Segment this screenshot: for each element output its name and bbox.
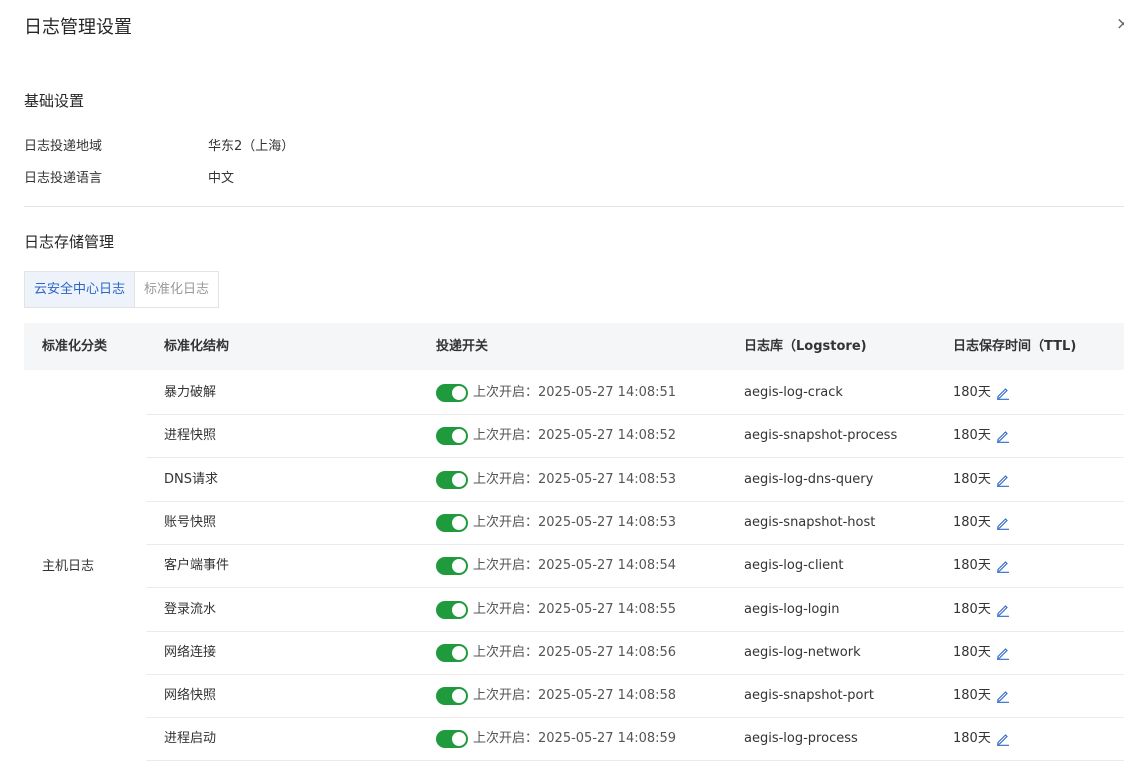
delivery-toggle[interactable]	[436, 384, 468, 402]
edit-icon[interactable]	[996, 516, 1010, 530]
region-value: 华东2（上海）	[208, 139, 295, 154]
edit-icon[interactable]	[996, 689, 1010, 703]
ttl-value: 180天	[953, 688, 991, 704]
language-label: 日志投递语言	[24, 171, 103, 186]
table-row: 进程快照 上次开启：2025-05-27 14:08:52 aegis-snapsh…	[146, 414, 1124, 459]
logstore-name: aegis-log-dns-query	[744, 471, 874, 487]
logstore-name: aegis-log-client	[744, 558, 844, 574]
logstore-name: aegis-snapshot-port	[744, 688, 874, 704]
delivery-toggle[interactable]	[436, 513, 468, 532]
tab-standardized-logs[interactable]: 标准化日志	[135, 271, 220, 308]
edit-icon[interactable]	[996, 559, 1010, 574]
structure-name: 网络快照	[164, 688, 217, 704]
header-ttl: 日志保存时间（TTL)	[953, 339, 1077, 354]
header-structure: 标准化结构	[164, 339, 230, 354]
table-row: 账号快照 上次开启：2025-05-27 14:08:53 aegis-snapsh…	[146, 501, 1124, 545]
structure-name: 登录流水	[164, 601, 217, 617]
ttl-value: 180天	[953, 385, 991, 400]
last-enabled-status: 上次开启：2025-05-27 14:08:52	[473, 428, 677, 444]
region-label: 日志投递地域	[24, 139, 103, 154]
ttl-value: 180天	[953, 428, 991, 444]
logstore-name: aegis-snapshot-process	[744, 428, 898, 444]
delivery-toggle[interactable]	[436, 600, 468, 619]
last-enabled-status: 上次开启：2025-05-27 14:08:55	[473, 601, 677, 617]
tab-cloud-security-logs[interactable]: 云安全中心日志	[24, 271, 136, 308]
delivery-toggle[interactable]	[436, 643, 468, 662]
dialog-title: 日志管理设置	[24, 17, 132, 38]
log-type-tabs: 云安全中心日志 标准化日志	[24, 271, 220, 308]
edit-icon[interactable]	[996, 386, 1010, 400]
edit-icon[interactable]	[996, 429, 1010, 444]
table-row: DNS请求 上次开启：2025-05-27 14:08:53 aegis-log-d…	[146, 458, 1124, 502]
last-enabled-status: 上次开启：2025-05-27 14:08:51	[473, 385, 677, 400]
ttl-value: 180天	[953, 601, 991, 617]
ttl-value: 180天	[953, 731, 991, 747]
last-enabled-status: 上次开启：2025-05-27 14:08:58	[473, 688, 677, 704]
header-category: 标准化分类	[42, 339, 108, 354]
category-label: 主机日志	[42, 559, 95, 574]
structure-name: 客户端事件	[164, 558, 230, 574]
table-row: 网络快照 上次开启：2025-05-27 14:08:58 aegis-snapsh…	[146, 674, 1124, 719]
header-logstore: 日志库（Logstore)	[744, 339, 867, 354]
logstore-name: aegis-log-login	[744, 601, 840, 617]
section-divider	[24, 206, 1124, 207]
ttl-value: 180天	[953, 471, 991, 487]
language-value: 中文	[208, 171, 235, 186]
table-row: 暴力破解 上次开启：2025-05-27 14:08:51 aegis-log-cr…	[146, 371, 1124, 415]
header-switch: 投递开关	[436, 339, 489, 354]
ttl-value: 180天	[953, 514, 991, 530]
delivery-toggle[interactable]	[436, 730, 468, 749]
logstore-name: aegis-log-process	[744, 731, 858, 747]
close-icon[interactable]: ×	[1116, 14, 1124, 34]
edit-icon[interactable]	[996, 473, 1010, 487]
logstore-name: aegis-snapshot-host	[744, 514, 876, 530]
storage-management-title: 日志存储管理	[24, 233, 115, 251]
delivery-toggle[interactable]	[436, 557, 468, 576]
category-cell: 主机日志	[24, 370, 146, 749]
last-enabled-status: 上次开启：2025-05-27 14:08:56	[473, 644, 677, 660]
last-enabled-status: 上次开启：2025-05-27 14:08:53	[473, 471, 677, 487]
basic-settings-title: 基础设置	[24, 92, 85, 110]
delivery-toggle[interactable]	[436, 687, 468, 706]
logstore-name: aegis-log-crack	[744, 385, 843, 400]
ttl-value: 180天	[953, 644, 991, 660]
last-enabled-status: 上次开启：2025-05-27 14:08:54	[473, 558, 677, 574]
last-enabled-status: 上次开启：2025-05-27 14:08:53	[473, 514, 677, 530]
ttl-value: 180天	[953, 558, 991, 574]
structure-name: 暴力破解	[164, 385, 217, 400]
structure-name: DNS请求	[164, 471, 218, 487]
structure-name: 进程启动	[164, 731, 217, 747]
delivery-toggle[interactable]	[436, 427, 468, 446]
structure-name: 网络连接	[164, 644, 217, 660]
structure-name: 账号快照	[164, 514, 217, 530]
table-row: 登录流水 上次开启：2025-05-27 14:08:55 aegis-log-lo…	[146, 588, 1124, 632]
edit-icon[interactable]	[996, 646, 1010, 660]
structure-name: 进程快照	[164, 428, 217, 444]
table-row: 网络连接 上次开启：2025-05-27 14:08:56 aegis-log-ne…	[146, 631, 1124, 675]
table-header: 标准化分类 标准化结构 投递开关 日志库（Logstore) 日志保存时间（TT…	[24, 323, 1124, 370]
delivery-toggle[interactable]	[436, 470, 468, 489]
edit-icon[interactable]	[996, 603, 1010, 617]
logstore-name: aegis-log-network	[744, 644, 861, 660]
table-row: 客户端事件 上次开启：2025-05-27 14:08:54 aegis-log-c…	[146, 544, 1124, 589]
last-enabled-status: 上次开启：2025-05-27 14:08:59	[473, 731, 677, 747]
edit-icon[interactable]	[996, 732, 1010, 747]
table-row: 进程启动 上次开启：2025-05-27 14:08:59 aegis-log-pr…	[146, 717, 1124, 761]
